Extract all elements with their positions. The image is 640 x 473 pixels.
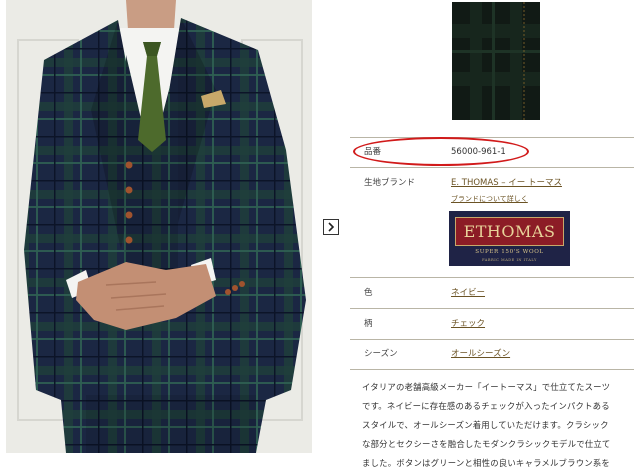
product-code-label: 品番: [364, 147, 382, 157]
logo-wordmark: ETHOMAS: [463, 222, 556, 241]
color-label: 色: [364, 288, 373, 298]
color-link[interactable]: ネイビー: [451, 288, 485, 298]
divider: [350, 308, 634, 309]
divider: [350, 277, 634, 278]
product-photo: [6, 0, 312, 453]
fabric-swatch-image[interactable]: [452, 2, 540, 120]
logo-plate: ETHOMAS: [455, 217, 564, 246]
season-link[interactable]: オールシーズン: [451, 349, 510, 359]
logo-tagline: FABRIC MADE IN ITALY: [482, 258, 537, 262]
fabric-brand-label: 生地ブランド: [364, 178, 416, 188]
season-label: シーズン: [364, 349, 398, 359]
divider: [350, 167, 634, 168]
divider: [350, 369, 634, 370]
pattern-label: 柄: [364, 319, 373, 329]
description-line: イタリアの老舗高級メーカー「イートーマス」で仕立てたスーツ: [362, 382, 611, 392]
divider: [350, 339, 634, 340]
pattern-link[interactable]: チェック: [451, 319, 485, 329]
brand-details-link[interactable]: ブランドについて詳しく: [451, 194, 528, 204]
next-image-button[interactable]: [323, 219, 339, 235]
description-line: スタイルで、オールシーズン着用していただけます。クラシック: [362, 420, 609, 430]
logo-subtitle: SUPER 150'S WOOL: [475, 249, 544, 255]
description-line: な部分とセクシーさを融合したモダンクラシックモデルで仕立て: [362, 439, 611, 449]
product-description: イタリアの老舗高級メーカー「イートーマス」で仕立てたスーツ です。ネイビーに存在…: [362, 378, 630, 473]
description-line: です。ネイビーに存在感のあるチェックが入ったインパクトある: [362, 401, 610, 411]
description-line: ました。ボタンはグリーンと相性の良いキャラメルブラウン系を: [362, 458, 611, 468]
divider: [350, 137, 634, 138]
chevron-right-icon: [328, 222, 335, 232]
product-code-value: 56000-961-1: [451, 147, 506, 157]
fabric-brand-link[interactable]: E. THOMAS – イー トーマス: [451, 178, 562, 188]
ethomas-brand-logo[interactable]: ETHOMAS SUPER 150'S WOOL FABRIC MADE IN …: [449, 211, 570, 266]
